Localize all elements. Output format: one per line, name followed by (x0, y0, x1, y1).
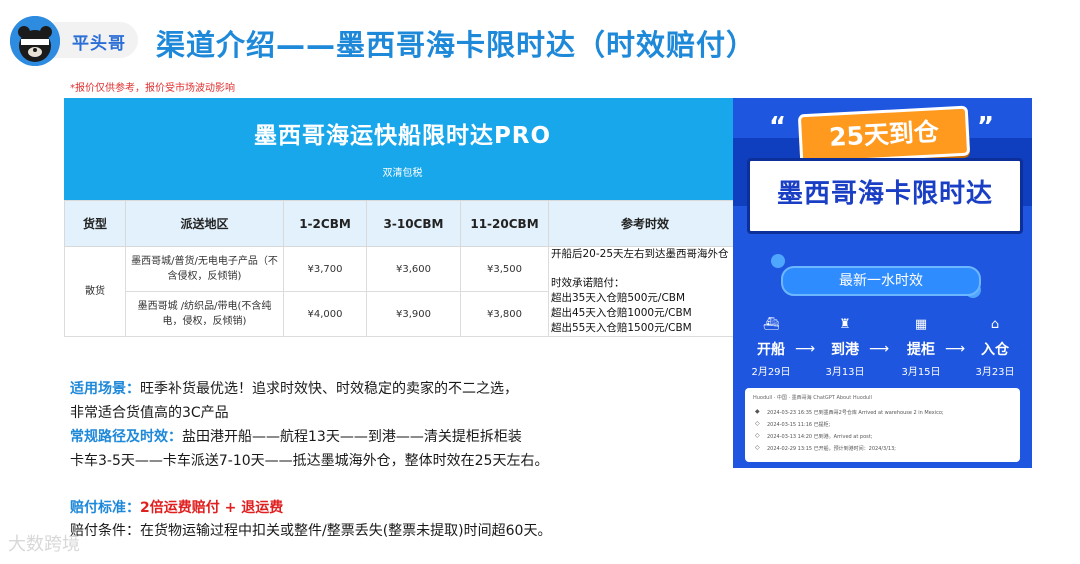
reference-line: 超出55天入仓赔1500元/CBM (551, 322, 692, 334)
compensation-condition: 赔付条件：在货物运输过程中扣关或整件/整票丢失(整票未提取)时间超60天。 (70, 523, 552, 539)
scene-line-2: 非常适合货值高的3C产品 (70, 405, 229, 421)
container-icon: ▦ (914, 317, 928, 332)
route-line-2: 卡车3-5天——卡车派送7-10天——抵达墨城海外仓，整体时效在25天左右。 (70, 453, 549, 469)
poster-headline-box: 墨西哥海卡限时达 (747, 158, 1023, 234)
arrow-right-icon: ⟶ (945, 341, 966, 357)
tracking-screenshot: Huodull · 中国 · 墨西哥海 ChatGPT About Huodul… (745, 388, 1020, 462)
poster-badge-text: 25天到仓 (828, 117, 940, 152)
timeline-steps: ⛴ 开船 2月29日 ⟶ ♜ 到港 3月13日 ⟶ ▦ 提柜 3月15日 ⟶ ⌂… (739, 316, 1027, 378)
brand-name: 平头哥 (72, 34, 126, 54)
lighthouse-icon: ♜ (839, 317, 851, 332)
arrow-right-icon: ⟶ (869, 341, 890, 357)
tracking-event: 2024-03-23 16:35 已到墨西哥2号仓库 Arrived at wa… (767, 410, 944, 416)
col-header-cargo-type: 货型 (64, 200, 126, 247)
step-sail: ⛴ 开船 2月29日 (743, 316, 799, 378)
scene-text: 旺季补货最优选！追求时效快、时效稳定的卖家的不二之选， (140, 381, 518, 397)
cargo-type-cell: 散货 (64, 246, 126, 337)
compensation-label: 赔付标准： (70, 500, 140, 516)
reference-line: 开船后20-25天左右到达墨西哥海外仓 (551, 248, 729, 260)
price-cell: ¥3,600 (366, 246, 461, 292)
col-header-area: 派送地区 (125, 200, 284, 247)
step-date: 3月13日 (825, 367, 865, 378)
price-cell: ¥3,700 (283, 246, 367, 292)
table-title: 墨西哥海运快船限时达PRO (253, 123, 552, 149)
price-cell: ¥4,000 (283, 291, 367, 337)
step-warehouse: ⌂ 入仓 3月23日 (967, 316, 1023, 378)
step-label: 到港 (831, 342, 859, 358)
poster-pill-text: 最新一水时效 (839, 273, 923, 289)
step-date: 3月15日 (901, 367, 941, 378)
table-subtitle: 双清包税 (382, 168, 423, 179)
tracking-event: 2024-03-13 14:20 已到港。Arrived at post; (767, 434, 873, 440)
bullet-icon: ◆ (755, 408, 760, 415)
step-date: 3月23日 (975, 367, 1015, 378)
reference-time-cell: 开船后20-25天左右到达墨西哥海外仓 时效承诺赔付： 超出35天入仓赔500元… (548, 246, 742, 337)
close-quote-icon: ” (977, 112, 995, 142)
watermark: 大数跨境 (8, 534, 80, 555)
scene-line: 适用场景：旺季补货最优选！追求时效快、时效稳定的卖家的不二之选， (70, 378, 518, 398)
route-line: 常规路径及时效：盐田港开船——航程13天——到港——清关提柜拆柜装 (70, 426, 522, 446)
price-cell: ¥3,500 (460, 246, 549, 292)
arrow-right-icon: ⟶ (795, 341, 816, 357)
poster-pill: 最新一水时效 (781, 266, 981, 296)
table-banner: 墨西哥海运快船限时达PRO 双清包税 (64, 98, 741, 200)
page-title: 渠道介绍——墨西哥海卡限时达（时效赔付） (156, 28, 757, 62)
bullet-icon: ◇ (755, 432, 760, 439)
ship-icon: ⛴ (762, 317, 780, 332)
tracking-event: 2024-02-29 13:15 已开船，预计到港时间：2024/3/13; (767, 446, 896, 452)
price-disclaimer: *报价仅供参考，报价受市场波动影响 (70, 83, 235, 94)
step-label: 提柜 (907, 342, 935, 358)
step-label: 入仓 (981, 342, 1009, 358)
promo-poster: “ ” 25天到仓 墨西哥海卡限时达 最新一水时效 ⛴ 开船 2月29日 ⟶ ♜… (733, 98, 1032, 468)
table-header-row: 货型 派送地区 1-2CBM 3-10CBM 11-20CBM 参考时效 (64, 200, 742, 247)
bullet-icon: ◇ (755, 420, 760, 427)
reference-line: 超出35天入仓赔500元/CBM (551, 292, 686, 304)
step-date: 2月29日 (751, 367, 791, 378)
poster-headline: 墨西哥海卡限时达 (776, 179, 993, 209)
price-cell: ¥3,800 (460, 291, 549, 337)
reference-line: 超出45天入仓赔1000元/CBM (551, 307, 692, 319)
tracking-event: 2024-03-15 11:16 已提柜; (767, 422, 831, 428)
rate-table: 货型 派送地区 1-2CBM 3-10CBM 11-20CBM 参考时效 散货 … (64, 200, 742, 337)
route-label: 常规路径及时效： (70, 429, 182, 445)
col-header-3-10cbm: 3-10CBM (366, 200, 461, 247)
warehouse-icon: ⌂ (990, 317, 1000, 332)
decor-dot (771, 254, 785, 268)
brand-logo: 平头哥 (10, 16, 138, 66)
reference-line: 时效承诺赔付： (551, 277, 625, 289)
table-row: 散货 墨西哥城/普货/无电电子产品（不含侵权，反倾销) ¥3,700 ¥3,60… (64, 246, 742, 337)
open-quote-icon: “ (769, 112, 787, 142)
step-pickup: ▦ 提柜 3月15日 (893, 316, 949, 378)
compensation-line: 赔付标准：2倍运费赔付 + 退运费 (70, 497, 283, 517)
poster-badge: 25天到仓 (797, 105, 971, 165)
step-port: ♜ 到港 3月13日 (817, 316, 873, 378)
bear-mascot-icon (10, 16, 60, 66)
bullet-icon: ◇ (755, 444, 760, 451)
col-header-1-2cbm: 1-2CBM (283, 200, 367, 247)
tracking-header: Huodull · 中国 · 墨西哥海 ChatGPT About Huodul… (753, 395, 872, 401)
scene-label: 适用场景： (70, 381, 140, 397)
area-cell: 墨西哥城/普货/无电电子产品（不含侵权，反倾销) (125, 246, 284, 292)
col-header-reference-time: 参考时效 (548, 200, 742, 247)
route-text: 盐田港开船——航程13天——到港——清关提柜拆柜装 (182, 429, 522, 445)
col-header-11-20cbm: 11-20CBM (460, 200, 549, 247)
compensation-text: 2倍运费赔付 + 退运费 (140, 500, 284, 516)
step-label: 开船 (757, 342, 785, 358)
price-cell: ¥3,900 (366, 291, 461, 337)
area-cell: 墨西哥城 /纺织品/带电(不含纯电，侵权，反倾销) (125, 291, 284, 337)
